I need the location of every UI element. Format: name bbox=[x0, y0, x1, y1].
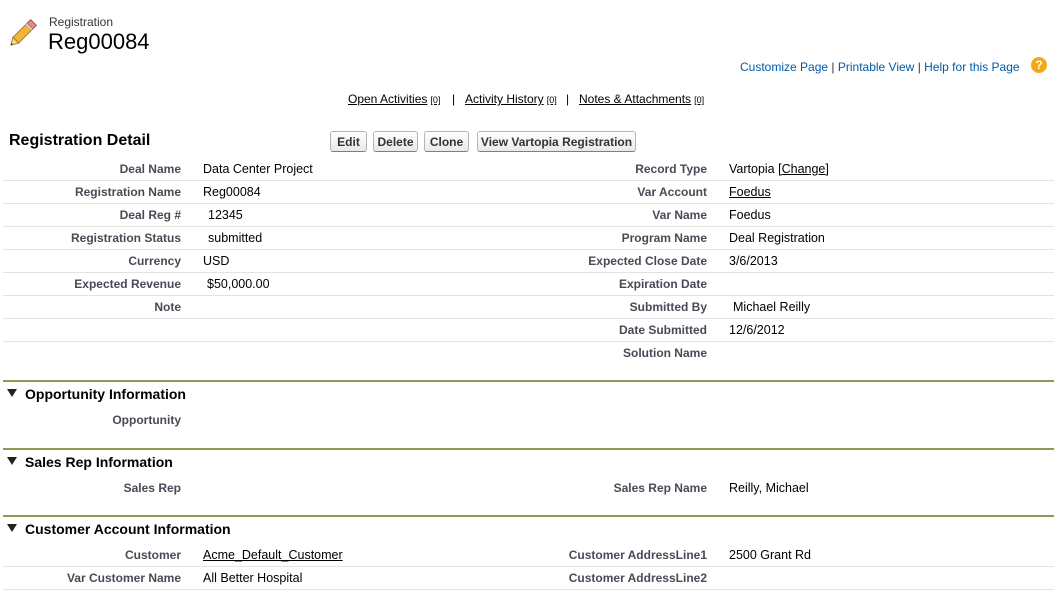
help-icon[interactable]: ? bbox=[1031, 57, 1047, 73]
row-divider bbox=[3, 203, 1054, 204]
row-divider bbox=[3, 341, 1054, 342]
field-label: Note bbox=[154, 300, 181, 314]
field-label: Record Type bbox=[635, 162, 707, 176]
field-label: Registration Name bbox=[74, 185, 181, 199]
collapse-triangle-icon[interactable] bbox=[7, 389, 17, 397]
field-label: Expiration Date bbox=[618, 277, 707, 291]
field-label: Registration Status bbox=[70, 231, 181, 245]
field-label: Var Customer Name bbox=[66, 571, 181, 585]
related-separator: | bbox=[452, 92, 456, 106]
row-divider bbox=[3, 589, 1054, 590]
section-header-opportunity[interactable]: Opportunity Information bbox=[7, 386, 186, 402]
pencil-icon bbox=[8, 14, 42, 48]
field-value: $50,000.00 bbox=[207, 277, 270, 291]
field-value: Reilly, Michael bbox=[729, 481, 809, 495]
field-label: Date Submitted bbox=[618, 323, 707, 337]
section-divider bbox=[3, 515, 1054, 517]
field-value: Reg00084 bbox=[203, 185, 261, 199]
row-divider bbox=[3, 249, 1054, 250]
field-label: Customer bbox=[124, 548, 181, 562]
page-title: Reg00084 bbox=[48, 29, 150, 54]
edit-button[interactable]: Edit bbox=[330, 131, 367, 152]
field-label: Customer AddressLine1 bbox=[568, 548, 707, 562]
link-separator: | bbox=[831, 60, 835, 74]
link-separator: | bbox=[917, 60, 921, 74]
field-label: Solution Name bbox=[622, 346, 707, 360]
section-header-customer[interactable]: Customer Account Information bbox=[7, 521, 231, 537]
view-vartopia-registration-button[interactable]: View Vartopia Registration bbox=[477, 131, 636, 152]
clone-button[interactable]: Clone bbox=[424, 131, 469, 152]
section-divider bbox=[3, 380, 1054, 382]
field-label: Opportunity bbox=[112, 413, 181, 427]
notes-attachments-link[interactable]: Notes & Attachments [0] bbox=[579, 92, 704, 106]
customer-link[interactable]: Acme_Default_Customer bbox=[203, 548, 343, 562]
field-label: Deal Reg # bbox=[119, 208, 181, 222]
change-record-type-link[interactable]: [Change] bbox=[778, 162, 829, 176]
row-divider bbox=[3, 295, 1054, 296]
field-label: Var Name bbox=[652, 208, 707, 222]
activity-history-link[interactable]: Activity History [0] bbox=[465, 92, 557, 106]
section-divider bbox=[3, 448, 1054, 450]
help-link[interactable]: Help for this Page bbox=[924, 60, 1019, 74]
field-label: Sales Rep bbox=[123, 481, 181, 495]
related-separator: | bbox=[566, 92, 570, 106]
field-label: Expected Revenue bbox=[74, 277, 181, 291]
open-activities-link[interactable]: Open Activities [0] bbox=[348, 92, 440, 106]
row-divider bbox=[3, 180, 1054, 181]
delete-button[interactable]: Delete bbox=[373, 131, 418, 152]
detail-section-title: Registration Detail bbox=[9, 132, 151, 149]
field-label: Deal Name bbox=[119, 162, 181, 176]
printable-view-link[interactable]: Printable View bbox=[838, 60, 915, 74]
field-value: Foedus bbox=[729, 208, 771, 222]
top-links: Customize Page | Printable View | Help f… bbox=[740, 60, 1020, 74]
record-type-value: Vartopia [Change] bbox=[729, 162, 829, 176]
customize-page-link[interactable]: Customize Page bbox=[740, 60, 828, 74]
field-label: Currency bbox=[128, 254, 181, 268]
field-value: All Better Hospital bbox=[203, 571, 303, 585]
field-label: Customer AddressLine2 bbox=[568, 571, 707, 585]
field-label: Var Account bbox=[637, 185, 707, 199]
row-divider bbox=[3, 566, 1054, 567]
field-label: Sales Rep Name bbox=[613, 481, 707, 495]
var-account-link[interactable]: Foedus bbox=[729, 185, 771, 199]
field-label: Submitted By bbox=[629, 300, 707, 314]
field-value: 12345 bbox=[208, 208, 243, 222]
field-value: submitted bbox=[208, 231, 263, 245]
field-value: Deal Registration bbox=[729, 231, 825, 245]
field-label: Expected Close Date bbox=[588, 254, 707, 268]
field-value: 2500 Grant Rd bbox=[729, 548, 811, 562]
field-value: USD bbox=[203, 254, 230, 268]
field-value: 3/6/2013 bbox=[729, 254, 778, 268]
object-type-label: Registration bbox=[49, 15, 114, 29]
section-header-sales-rep[interactable]: Sales Rep Information bbox=[7, 454, 173, 470]
field-value: Michael Reilly bbox=[733, 300, 811, 314]
collapse-triangle-icon[interactable] bbox=[7, 524, 17, 532]
field-value: Data Center Project bbox=[203, 162, 313, 176]
field-value: 12/6/2012 bbox=[729, 323, 785, 337]
row-divider bbox=[3, 318, 1054, 319]
field-label: Program Name bbox=[621, 231, 707, 245]
row-divider bbox=[3, 272, 1054, 273]
row-divider bbox=[3, 226, 1054, 227]
collapse-triangle-icon[interactable] bbox=[7, 457, 17, 465]
